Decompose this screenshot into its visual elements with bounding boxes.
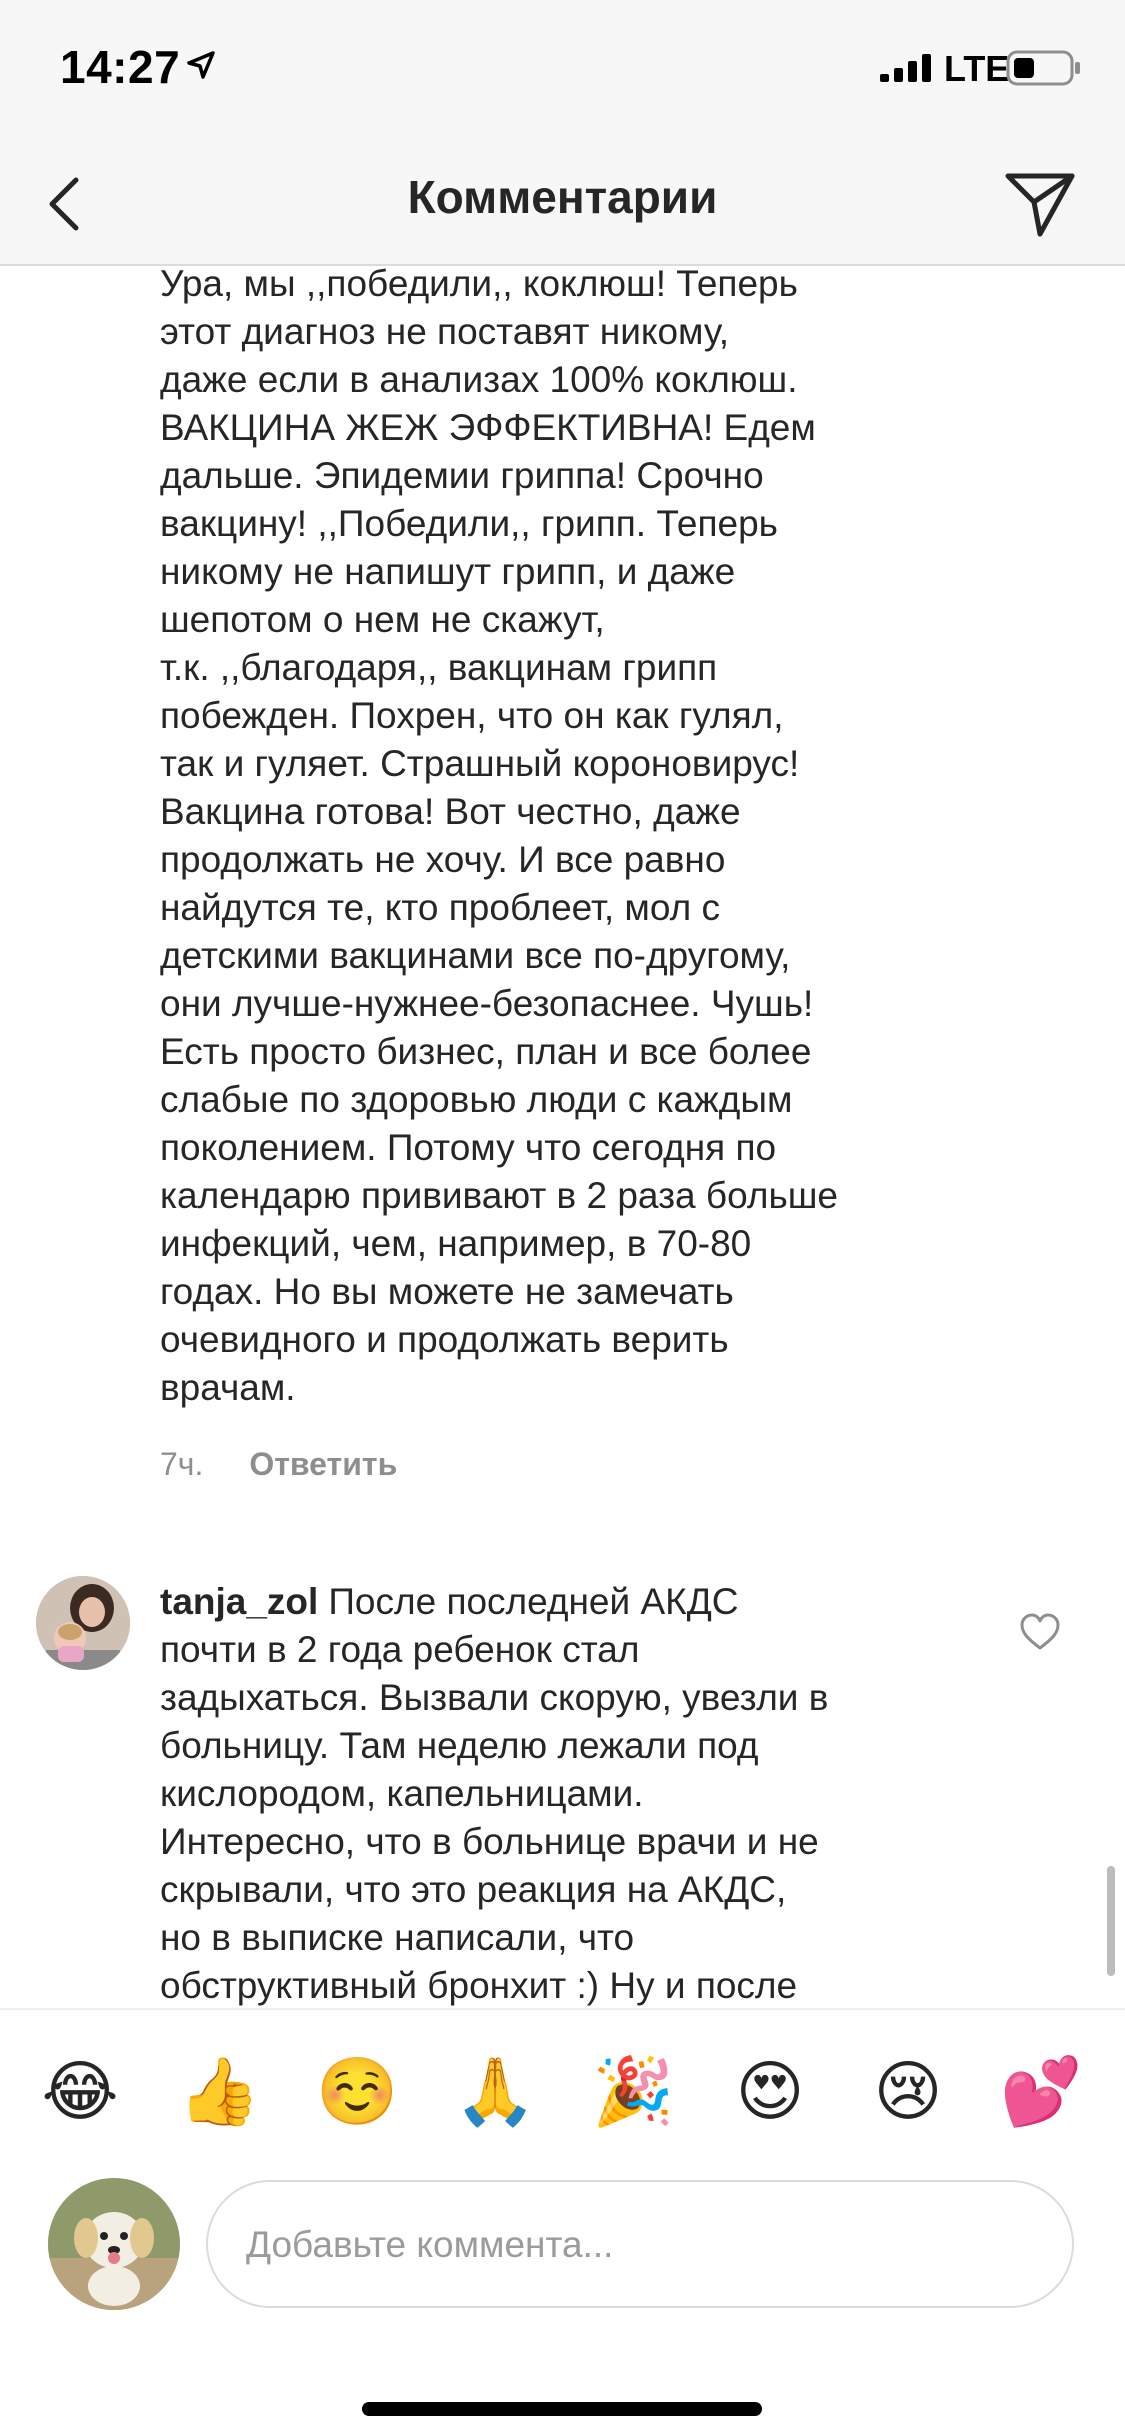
comment-text: tanja_zol После последней АКДС почти в 2 … xyxy=(160,1578,980,2006)
emoji-folded-hands[interactable]: 🙏 xyxy=(454,2052,536,2132)
home-indicator xyxy=(362,2402,762,2416)
emoji-smiling[interactable]: ☺️ xyxy=(316,2052,398,2132)
emoji-crying[interactable]: 😢 xyxy=(868,2052,948,2132)
emoji-tears-of-joy[interactable]: 😂 xyxy=(40,2052,120,2132)
comment-input-container[interactable] xyxy=(206,2180,1074,2308)
emoji-heart-eyes[interactable]: 😍 xyxy=(730,2052,810,2132)
cellular-signal-icon xyxy=(880,54,931,82)
reply-button[interactable]: Ответить xyxy=(249,1446,397,1482)
page-title: Комментарии xyxy=(407,171,718,223)
comment-input[interactable] xyxy=(244,2212,1028,2278)
network-type: LTE xyxy=(944,48,1010,89)
user-photo-icon xyxy=(36,1576,130,1670)
emoji-bar: 😂 👍 ☺️ 🙏 🎉 😍 😢 💕 xyxy=(0,2008,1125,2180)
comments-list[interactable]: Ура, мы ,,победили,, коклюш! Теперь этот… xyxy=(0,266,1125,2006)
emoji-thumbs-up[interactable]: 👍 xyxy=(178,2052,260,2132)
comment-username[interactable]: tanja_zol xyxy=(160,1581,318,1622)
emoji-two-hearts[interactable]: 💕 xyxy=(1000,2052,1082,2132)
status-time: 14:27 xyxy=(60,41,181,93)
scrollbar[interactable] xyxy=(1107,1866,1115,1976)
comment-body: После последней АКДС почти в 2 года ребе… xyxy=(160,1581,829,2006)
avatar[interactable] xyxy=(36,1576,130,1670)
emoji-party-popper[interactable]: 🎉 xyxy=(592,2052,674,2132)
location-arrow-icon xyxy=(187,51,215,79)
comment-time: 7ч. xyxy=(160,1446,204,1482)
comment-text: Ура, мы ,,победили,, коклюш! Теперь этот… xyxy=(160,266,838,1408)
current-user-avatar xyxy=(48,2178,180,2310)
direct-send-icon[interactable] xyxy=(1000,162,1080,242)
navigation-header: Комментарии xyxy=(0,140,1125,266)
puppy-photo-icon xyxy=(48,2178,180,2310)
status-bar: 14:27 LTE xyxy=(0,0,1125,140)
battery-icon xyxy=(1006,50,1080,86)
comment-meta: 7ч. Ответить xyxy=(160,1446,397,1483)
heart-icon[interactable] xyxy=(1018,1612,1062,1652)
